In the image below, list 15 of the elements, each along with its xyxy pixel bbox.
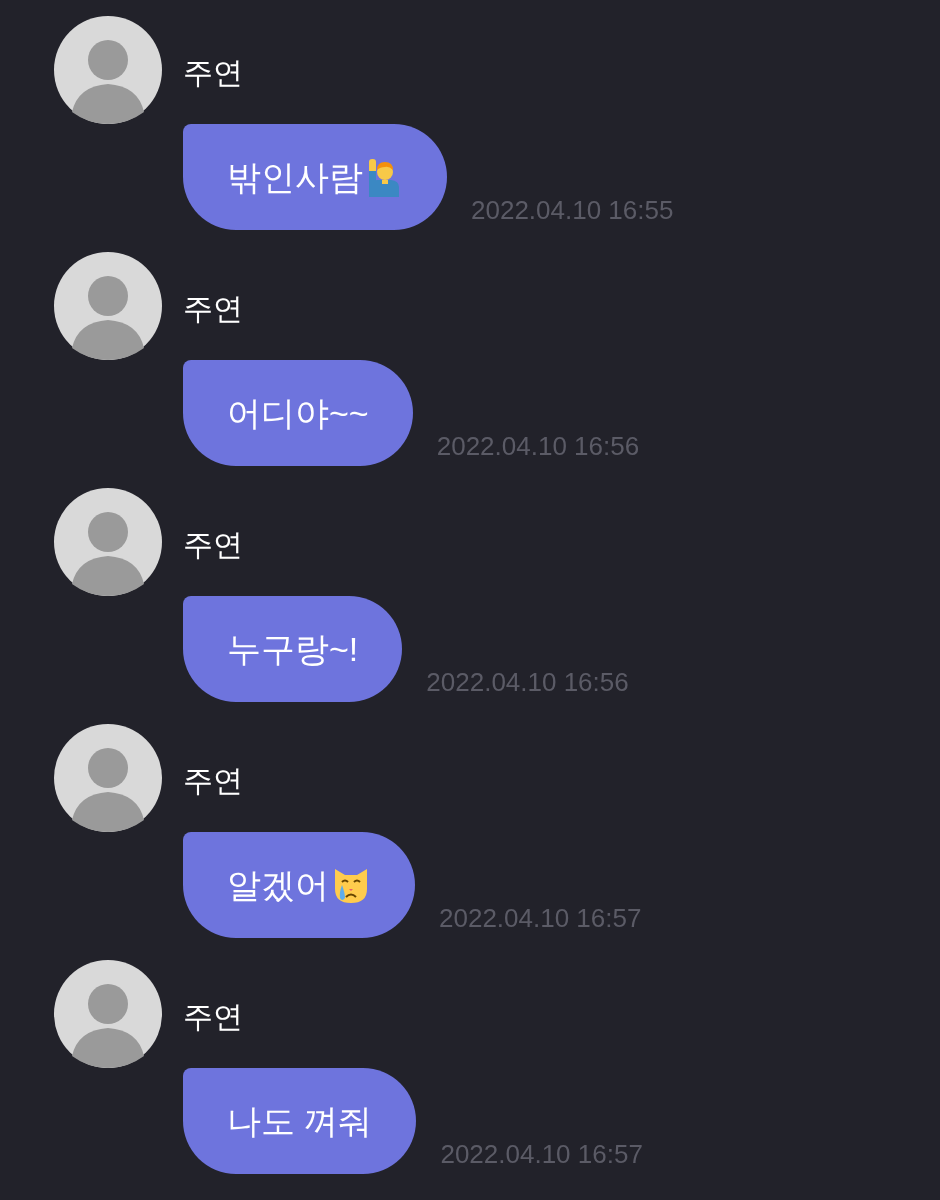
message-bubble: 밖인사람 bbox=[183, 124, 447, 230]
message-bubble: 나도 껴줘 bbox=[183, 1068, 417, 1174]
message-bubble: 알겠어 bbox=[183, 832, 415, 938]
timestamp: 2022.04.10 16:57 bbox=[439, 902, 642, 934]
sender-name: 주연 bbox=[183, 763, 243, 799]
sender-name: 주연 bbox=[183, 527, 243, 563]
sender-name: 주연 bbox=[183, 999, 243, 1035]
sender-name: 주연 bbox=[183, 55, 243, 91]
sender-name: 주연 bbox=[183, 291, 243, 327]
timestamp: 2022.04.10 16:57 bbox=[440, 1138, 643, 1170]
timestamp: 2022.04.10 16:55 bbox=[471, 194, 674, 226]
message-bubble: 누구랑~! bbox=[183, 596, 403, 702]
timestamp: 2022.04.10 16:56 bbox=[436, 430, 640, 462]
timestamp: 2022.04.10 16:56 bbox=[426, 666, 629, 698]
message-bubble: 어디야~~ bbox=[183, 360, 413, 466]
